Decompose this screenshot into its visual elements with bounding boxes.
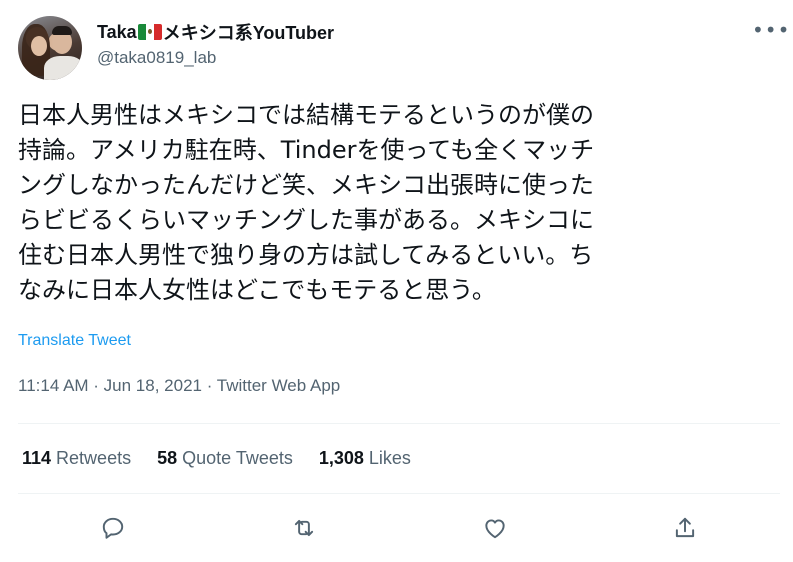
share-button[interactable]: [667, 510, 703, 546]
translate-tweet-link[interactable]: Translate Tweet: [18, 332, 131, 350]
display-name[interactable]: Taka メキシコ系YouTuber: [97, 19, 334, 45]
retweets-stat[interactable]: 114 Retweets: [22, 448, 131, 469]
like-button[interactable]: [477, 510, 513, 546]
avatar[interactable]: [18, 16, 82, 80]
display-name-suffix: メキシコ系YouTuber: [162, 23, 335, 43]
divider: [18, 423, 780, 424]
retweet-button[interactable]: [286, 510, 322, 546]
display-name-prefix: Taka: [97, 21, 137, 42]
mexico-flag-icon: [137, 24, 162, 40]
like-icon: [485, 519, 505, 539]
tweet-line: ングしなかったんだけど笑、メキシコ出張時に使った: [18, 171, 594, 199]
tweet-line: 住む日本人男性で独り身の方は試してみるといい。ち: [18, 241, 594, 269]
tweet-line: なみに日本人女性はどこでもモテると思う。: [18, 276, 496, 304]
reply-icon: [102, 517, 124, 539]
tweet-line: 持論。アメリカ駐在時、Tinderを使っても全くマッチ: [18, 136, 595, 164]
avatar-person-2-hair: [52, 26, 72, 35]
tweet-line: らビビるくらいマッチングした事がある。メキシコに: [18, 206, 594, 234]
tweet-text: 日本人男性はメキシコでは結構モテるというのが僕の 持論。アメリカ駐在時、Tind…: [18, 98, 778, 308]
user-handle[interactable]: @taka0819_lab: [97, 48, 216, 68]
likes-stat[interactable]: 1,308 Likes: [319, 448, 411, 469]
tweet-timestamp[interactable]: 11:14 AM · Jun 18, 2021 · Twitter Web Ap…: [18, 376, 340, 396]
tweet-stats: 114 Retweets 58 Quote Tweets 1,308 Likes: [22, 448, 411, 469]
avatar-person-2-shirt: [44, 56, 82, 80]
quote-tweets-stat[interactable]: 58 Quote Tweets: [157, 448, 293, 469]
share-icon: [675, 517, 695, 538]
divider: [18, 493, 780, 494]
more-options-icon[interactable]: •••: [752, 20, 790, 40]
tweet-line: 日本人男性はメキシコでは結構モテるというのが僕の: [18, 101, 594, 129]
retweet-icon: [294, 519, 314, 537]
reply-button[interactable]: [95, 510, 131, 546]
avatar-person-1-face: [31, 36, 47, 56]
tweet-actions: [0, 510, 793, 546]
